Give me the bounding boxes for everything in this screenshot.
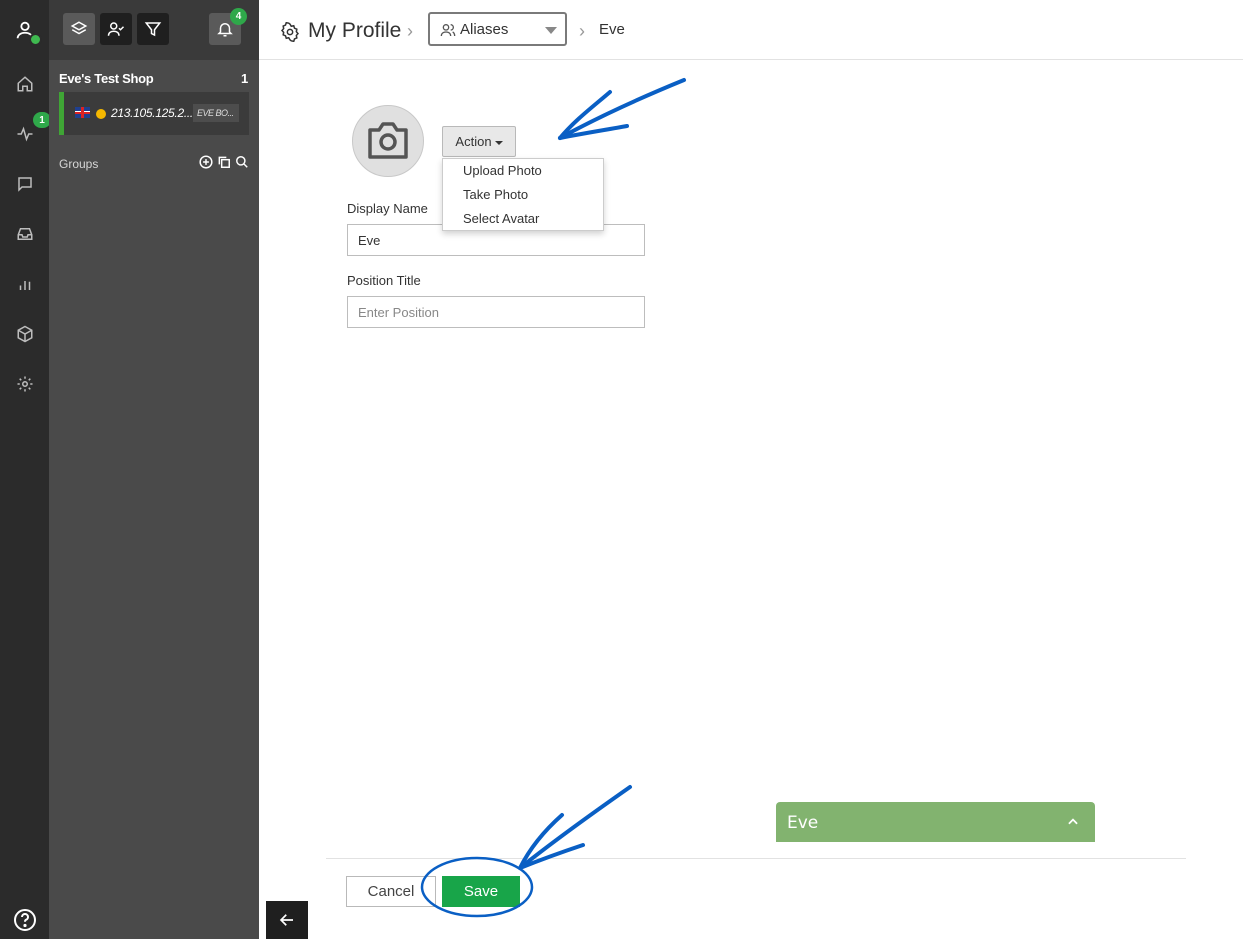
page-title: My Profile: [308, 19, 402, 42]
settings-gear-icon: [280, 22, 300, 42]
help-button[interactable]: [0, 901, 49, 939]
arrow-left-icon: [279, 914, 293, 926]
presence-status-dot: [29, 33, 42, 46]
copy-group-button[interactable]: [217, 155, 231, 169]
panel-toolbar: 4: [49, 0, 259, 60]
plus-circle-icon: [199, 155, 213, 169]
chevron-up-icon: [1068, 818, 1078, 825]
chat-widget[interactable]: Eve: [776, 802, 1095, 842]
notifications-button[interactable]: 4: [209, 8, 247, 45]
nav-home[interactable]: [0, 69, 49, 99]
help-icon: [13, 909, 36, 931]
shop-panel: 4 Eve's Test Shop 1 213.105.125.2... EVE…: [49, 0, 308, 939]
activity-icon: [17, 126, 32, 142]
action-menu: Upload Photo Take Photo Select Avatar: [442, 158, 604, 231]
session-item[interactable]: 213.105.125.2... EVE BO...: [59, 92, 249, 135]
filter-button[interactable]: [137, 13, 169, 45]
display-name-label: Display Name: [347, 201, 428, 216]
search-groups-button[interactable]: [235, 155, 249, 169]
menu-item-take-photo[interactable]: Take Photo: [443, 183, 603, 207]
caret-down-icon: [494, 140, 503, 145]
bell-icon: [217, 23, 233, 37]
home-icon: [17, 76, 32, 92]
uk-flag-icon: [75, 107, 90, 118]
status-dot: [96, 109, 106, 119]
position-title-field[interactable]: [347, 296, 645, 328]
page-header: My Profile › Aliases › Eve: [259, 0, 1243, 60]
nav-activity[interactable]: 1: [0, 112, 51, 149]
collapse-panel-button[interactable]: [266, 901, 308, 939]
aliases-select[interactable]: Aliases: [428, 12, 567, 46]
layers-button[interactable]: [63, 13, 95, 45]
notification-badge: 4: [230, 8, 247, 25]
nav-chat[interactable]: [0, 169, 49, 199]
nav-inbox[interactable]: [0, 219, 49, 249]
chevron-right-icon: ›: [407, 21, 413, 41]
package-icon: [17, 325, 32, 343]
shop-title: Eve's Test Shop: [59, 71, 154, 86]
footer-divider: [326, 858, 1186, 859]
nav-reports[interactable]: [0, 269, 49, 299]
breadcrumb-current: Eve: [599, 21, 625, 38]
copy-icon: [218, 156, 230, 168]
filter-icon: [144, 22, 162, 37]
layers-icon: [70, 21, 88, 35]
shop-session-count: 1: [241, 71, 249, 86]
user-check-icon: [107, 22, 125, 36]
session-tag: EVE BO...: [193, 104, 239, 122]
chevron-right-icon: ›: [579, 21, 585, 41]
left-rail: 1: [0, 0, 51, 939]
search-icon: [236, 156, 248, 168]
chat-icon: [17, 177, 32, 192]
groups-label: Groups: [59, 157, 99, 171]
action-dropdown-button[interactable]: Action: [442, 126, 516, 157]
gear-icon: [17, 376, 32, 392]
chat-widget-name: Eve: [787, 813, 819, 833]
menu-item-upload-photo[interactable]: Upload Photo: [443, 159, 603, 183]
arrow-annotation-top: [558, 78, 686, 140]
position-title-label: Position Title: [347, 273, 421, 288]
profile-avatar[interactable]: [352, 105, 424, 177]
bar-chart-icon: [19, 281, 30, 290]
add-group-button[interactable]: [199, 155, 213, 169]
dropdown-caret-icon: [545, 27, 557, 34]
assigned-users-button[interactable]: [100, 13, 132, 45]
session-ip: 213.105.125.2...: [111, 106, 193, 120]
user-menu[interactable]: [0, 0, 49, 60]
nav-products[interactable]: [0, 319, 49, 349]
camera-icon: [368, 122, 408, 159]
action-button-label: Action: [455, 134, 492, 149]
inbox-icon: [17, 228, 32, 240]
nav-settings[interactable]: [0, 369, 49, 399]
save-button[interactable]: Save: [442, 876, 520, 907]
menu-item-select-avatar[interactable]: Select Avatar: [443, 207, 603, 231]
groups-tools: [199, 155, 249, 169]
cancel-button[interactable]: Cancel: [346, 876, 436, 907]
users-icon: [440, 24, 456, 37]
aliases-select-value: Aliases: [460, 21, 509, 38]
arrow-annotation-bottom: [518, 785, 632, 870]
